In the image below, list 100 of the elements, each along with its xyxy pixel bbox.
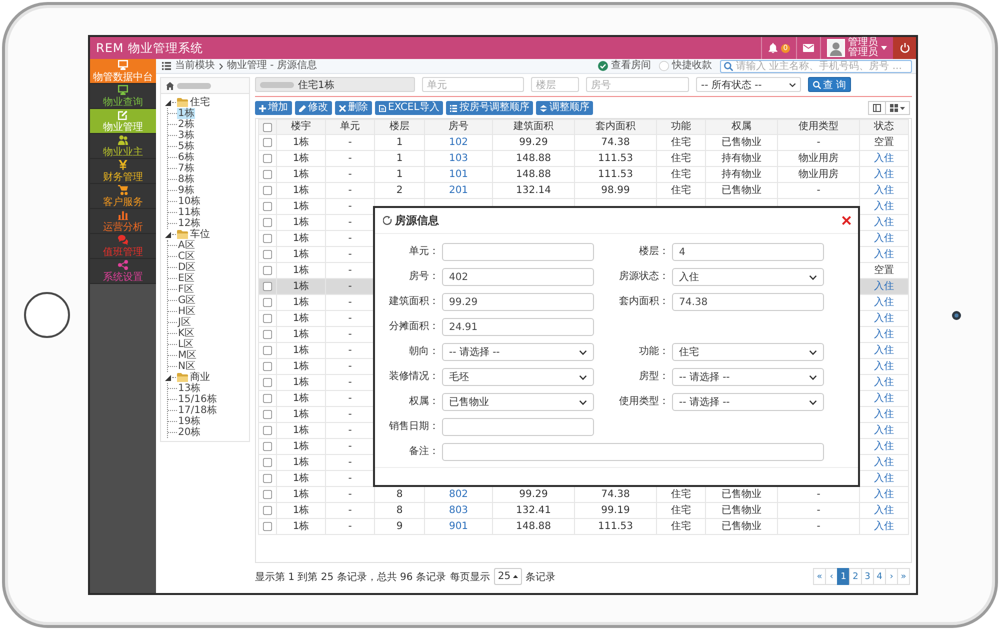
tree-item[interactable]: 住宅	[189, 97, 211, 108]
tree-item[interactable]: M区	[177, 350, 198, 361]
tree-item[interactable]: H区	[177, 306, 197, 317]
tree-item[interactable]: E区	[177, 273, 196, 284]
building-field[interactable]: 住宅1栋	[255, 77, 415, 92]
tree-item[interactable]: 6栋	[177, 152, 196, 163]
power-button[interactable]	[893, 37, 916, 59]
sidebar-item[interactable]: 物业业主	[90, 134, 156, 159]
select-field[interactable]: -- 请选择 --	[672, 393, 824, 411]
tree-item[interactable]: D区	[177, 262, 197, 273]
checkbox[interactable]	[263, 314, 272, 323]
tree-item[interactable]: 15/16栋	[177, 394, 218, 405]
caret-icon[interactable]	[165, 232, 171, 238]
select-field[interactable]: 毛坯	[442, 368, 594, 386]
tree-item[interactable]: J区	[177, 317, 192, 328]
envelope-icon[interactable]	[803, 44, 814, 52]
toolbar-button[interactable]: 按房号调整顺序	[446, 101, 534, 115]
checkbox[interactable]	[263, 218, 272, 227]
search-button[interactable]: 查 询	[808, 77, 852, 92]
page-button[interactable]: 1	[837, 568, 850, 585]
user-name[interactable]: 管理员	[848, 38, 878, 48]
table-row[interactable]: 1栋 - 8 803 132.41 99.19 住宅 已售物业 - 入住	[258, 502, 908, 518]
page-button[interactable]: 4	[873, 568, 886, 585]
breadcrumb-link[interactable]: 当前模块	[175, 60, 215, 72]
tree-item[interactable]: 商业	[189, 372, 211, 383]
sidebar-item[interactable]: 财务管理	[90, 159, 156, 184]
avatar-icon[interactable]	[827, 39, 845, 57]
input-field[interactable]: 402	[442, 268, 594, 286]
input-field[interactable]	[442, 443, 824, 461]
caret-icon[interactable]	[165, 100, 171, 106]
checkbox[interactable]	[263, 522, 272, 531]
checkbox[interactable]	[263, 506, 272, 515]
tree-item[interactable]: 10栋	[177, 196, 202, 207]
checkbox[interactable]	[263, 458, 272, 467]
checkbox[interactable]	[263, 138, 272, 147]
page-button[interactable]: ›	[885, 568, 898, 585]
tree-item[interactable]: 5栋	[177, 141, 196, 152]
checkbox[interactable]	[263, 298, 272, 307]
tree-item[interactable]: 7栋	[177, 163, 196, 174]
sidebar-item[interactable]: 运营分析	[90, 209, 156, 234]
checkbox[interactable]	[263, 362, 272, 371]
select-field[interactable]: 入住	[672, 268, 824, 286]
columns-button[interactable]	[868, 101, 886, 115]
toolbar-button[interactable]: 增加	[255, 101, 292, 115]
bell-icon[interactable]	[768, 43, 778, 53]
table-row[interactable]: 1栋 - 9 901 148.88 111.53 住宅 已售物业 - 入住	[258, 518, 908, 534]
checkbox[interactable]	[263, 330, 272, 339]
tree-item[interactable]: L区	[177, 339, 195, 350]
page-button[interactable]: ‹	[825, 568, 838, 585]
checkbox[interactable]	[263, 266, 272, 275]
tree-item[interactable]: 17/18栋	[177, 405, 218, 416]
checkbox[interactable]	[263, 378, 272, 387]
tree-item[interactable]: K区	[177, 328, 196, 339]
page-button[interactable]: «	[813, 568, 826, 585]
checkbox[interactable]	[263, 410, 272, 419]
page-size-select[interactable]: 25	[494, 568, 522, 585]
checkbox[interactable]	[263, 394, 272, 403]
select-field[interactable]: 已售物业	[442, 393, 594, 411]
select-field[interactable]: -- 请选择 --	[442, 343, 594, 361]
toolbar-button[interactable]: 删除	[335, 101, 372, 115]
sidebar-item[interactable]: 物业查询	[90, 84, 156, 109]
table-row[interactable]: 1栋 - 1 102 99.29 74.38 住宅 已售物业 - 空置	[258, 134, 908, 150]
radio-option[interactable]: 查看房间	[598, 60, 651, 72]
tree-item[interactable]: 2栋	[177, 119, 196, 130]
view-menu-button[interactable]	[885, 101, 910, 115]
tree-item[interactable]: 12栋	[177, 218, 202, 229]
input-field[interactable]: 24.91	[442, 318, 594, 336]
table-row[interactable]: 1栋 - 1 101 148.88 111.53 住宅 持有物业 物业用房 入住	[258, 166, 908, 182]
table-row[interactable]: 1栋 - 1 103 148.88 111.53 住宅 持有物业 物业用房 入住	[258, 150, 908, 166]
tree-item[interactable]: 19栋	[177, 416, 202, 427]
select-field[interactable]: 住宅	[672, 343, 824, 361]
checkbox[interactable]	[263, 282, 272, 291]
input-field[interactable]	[442, 243, 594, 261]
tree-item[interactable]: G区	[177, 295, 197, 306]
tree-item[interactable]: C区	[177, 251, 196, 262]
checkbox[interactable]	[263, 186, 272, 195]
checkbox[interactable]	[263, 170, 272, 179]
tree-item[interactable]: A区	[177, 240, 196, 251]
checkbox[interactable]	[263, 250, 272, 259]
toolbar-button[interactable]: 调整顺序	[536, 101, 594, 115]
caret-icon[interactable]	[165, 374, 171, 380]
checkbox[interactable]	[263, 154, 272, 163]
checkbox[interactable]	[263, 474, 272, 483]
tree-item[interactable]: 11栋	[177, 207, 202, 218]
table-row[interactable]: 1栋 - 2 201 132.14 98.99 住宅 已售物业 - 入住	[258, 182, 908, 198]
tree-item[interactable]: F区	[177, 284, 195, 295]
input-field[interactable]: 99.29	[442, 293, 594, 311]
checkbox[interactable]	[263, 234, 272, 243]
page-button[interactable]: »	[897, 568, 910, 585]
checkbox[interactable]	[263, 202, 272, 211]
checkbox[interactable]	[263, 122, 272, 132]
input-field[interactable]	[442, 418, 594, 436]
select-field[interactable]: -- 所有状态 --	[696, 77, 801, 92]
radio-option[interactable]: 快捷收款	[659, 60, 712, 72]
input-field[interactable]: 4	[672, 243, 824, 261]
tree-item[interactable]: 9栋	[177, 185, 196, 196]
tree-item[interactable]: N区	[177, 361, 196, 372]
tree-item[interactable]: 13栋	[177, 383, 202, 394]
input-field[interactable]: 74.38	[672, 293, 824, 311]
toolbar-button[interactable]: 修改	[295, 101, 332, 115]
